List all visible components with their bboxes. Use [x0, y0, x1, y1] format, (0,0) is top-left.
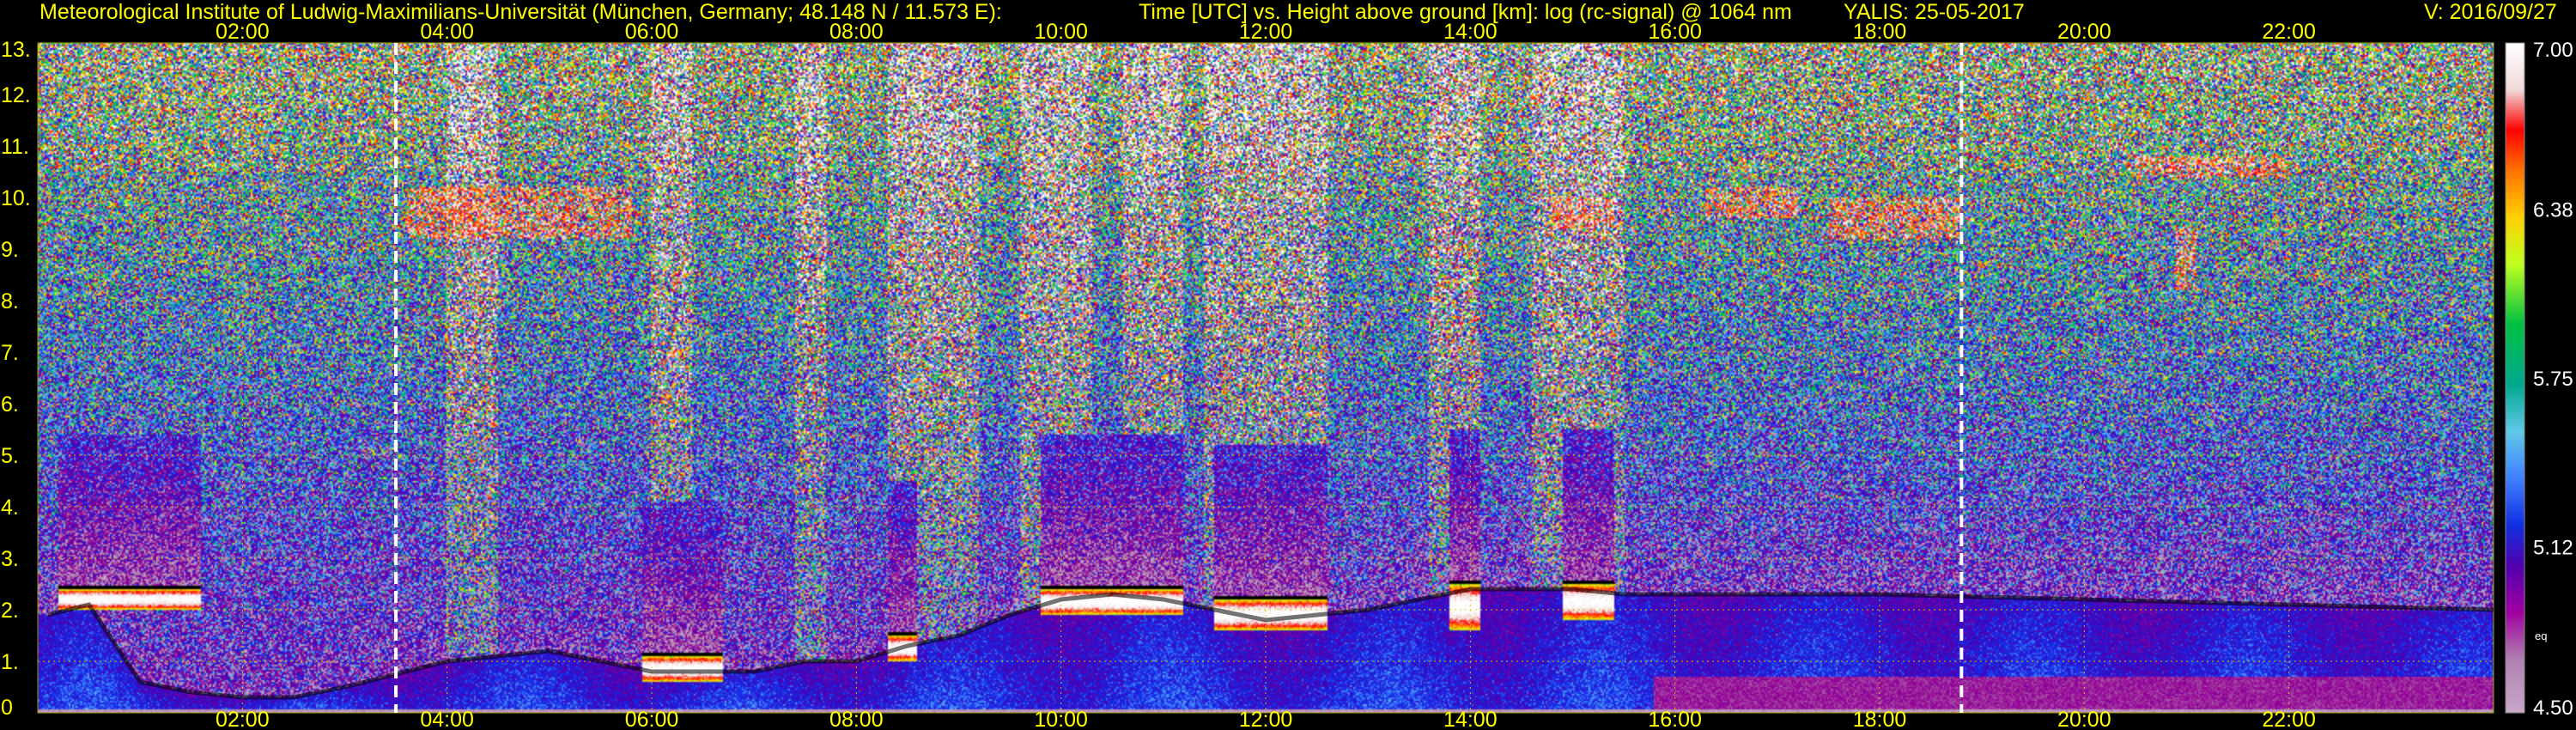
version-label: V: 2016/09/27 [2424, 0, 2557, 24]
y-tick-label: 11. [1, 135, 29, 159]
y-tick-label: 1. [1, 650, 19, 674]
y-tick-label: 9. [1, 238, 19, 262]
colorbar-gradient [2506, 43, 2524, 713]
colorbar [2505, 42, 2525, 714]
backscatter-heatmap [38, 43, 2494, 713]
y-tick-label: 2. [1, 599, 19, 623]
colorbar-frame [2505, 42, 2525, 714]
colorbar-tick-label: 6.38 [2533, 198, 2573, 222]
y-tick-labels: 01.2.3.4.5.6.7.8.9.10.11.12.13. [1, 38, 31, 720]
colorbar-tick-label: 5.75 [2533, 368, 2573, 391]
institute-title: Meteorological Institute of Ludwig-Maxim… [39, 0, 1002, 24]
y-tick-label: 12. [1, 83, 31, 107]
colorbar-unit: eq [2535, 630, 2547, 642]
y-tick-label: 7. [1, 341, 19, 365]
colorbar-labels: 7.006.385.755.124.50 [2533, 39, 2573, 720]
colorbar-tick-label: 5.12 [2533, 537, 2573, 560]
y-tick-label: 10. [1, 186, 31, 210]
y-tick-label: 0 [1, 696, 13, 720]
y-tick-label: 5. [1, 444, 19, 468]
y-tick-label: 4. [1, 496, 19, 520]
y-tick-label: 8. [1, 289, 19, 313]
y-tick-label: 6. [1, 392, 19, 417]
axes-title: Time [UTC] vs. Height above ground [km]:… [1139, 0, 1792, 24]
plot-area [38, 43, 2494, 713]
y-tick-label: 3. [1, 547, 19, 571]
colorbar-tick-label: 4.50 [2533, 697, 2573, 720]
chart-header: Meteorological Institute of Ludwig-Maxim… [0, 0, 2576, 43]
station-date: YALIS: 25-05-2017 [1844, 0, 2025, 24]
